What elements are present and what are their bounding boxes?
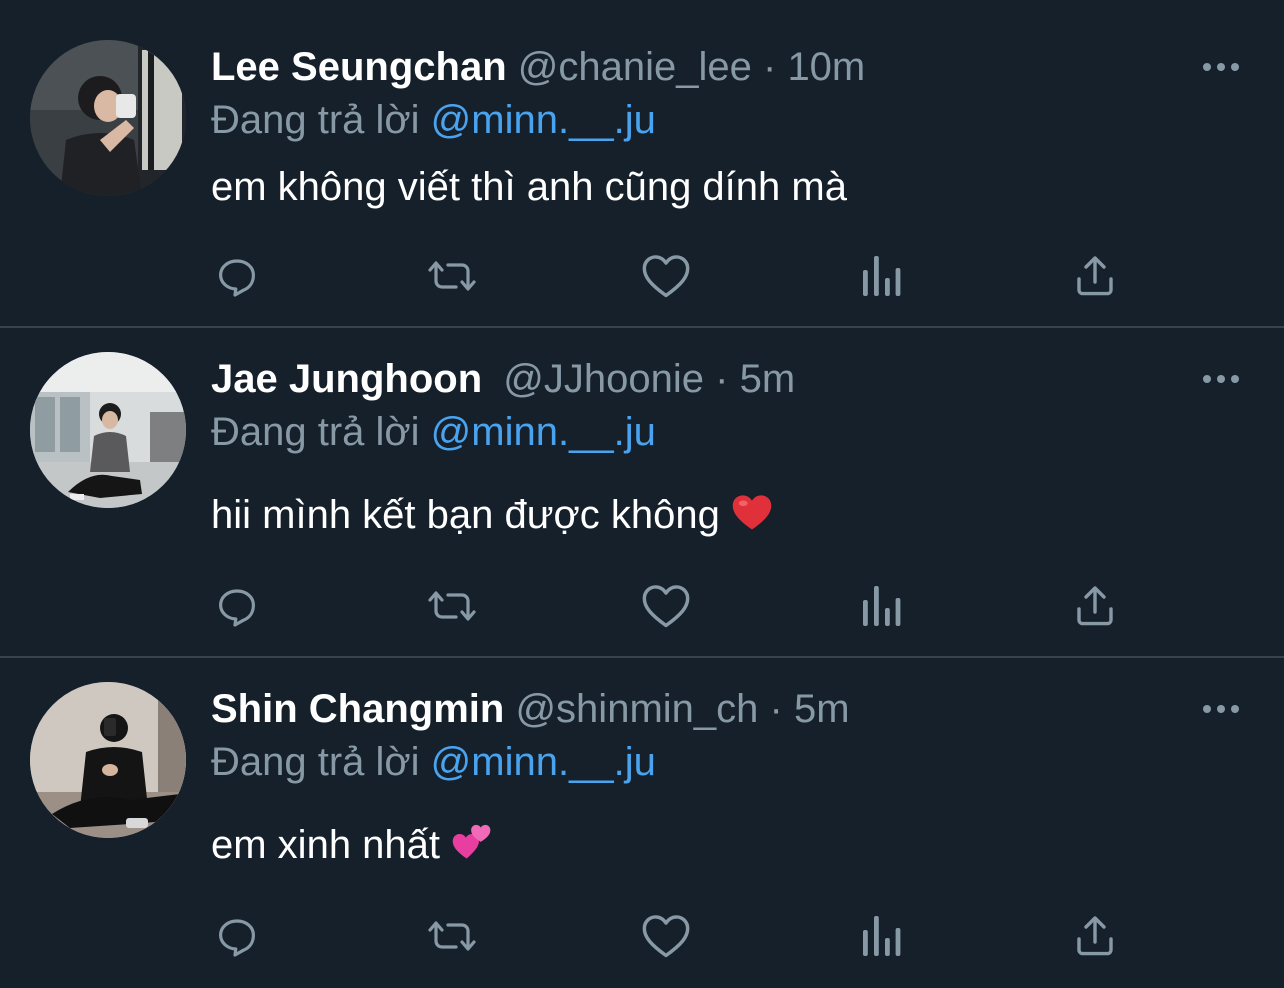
analytics-icon[interactable] [853, 578, 909, 634]
tweet-text: em xinh nhất [211, 820, 493, 874]
avatar-image [30, 40, 186, 196]
reply-mention-link[interactable]: @minn.__.ju [431, 410, 656, 454]
tweet-text-content: em không viết thì anh cũng dính mà [211, 165, 847, 209]
display-name[interactable]: Shin Changmin [211, 687, 504, 731]
tweet-text-content: em xinh nhất [211, 823, 441, 867]
reply-icon[interactable] [209, 248, 265, 304]
avatar-image [30, 352, 186, 508]
timestamp[interactable]: 5m [794, 687, 850, 731]
tweet[interactable]: Shin Changmin @shinmin_ch · 5m Đang trả … [0, 658, 1284, 988]
retweet-icon[interactable] [424, 908, 480, 964]
avatar[interactable] [30, 682, 186, 838]
replying-to: Đang trả lời @minn.__.ju [211, 738, 656, 786]
reply-prefix: Đang trả lời [211, 98, 420, 142]
avatar-image [30, 682, 186, 838]
share-icon[interactable] [1067, 908, 1123, 964]
tweet-header: Shin Changmin @shinmin_ch · 5m [211, 685, 850, 733]
share-icon[interactable] [1067, 578, 1123, 634]
timestamp[interactable]: 10m [787, 45, 865, 89]
like-icon[interactable] [638, 578, 694, 634]
like-icon[interactable] [638, 248, 694, 304]
tweet-text: em không viết thì anh cũng dính mà [211, 162, 847, 212]
tweet-text: hii mình kết bạn được không [211, 490, 773, 544]
separator-dot: · [715, 357, 729, 401]
reply-icon[interactable] [209, 908, 265, 964]
reply-icon[interactable] [209, 578, 265, 634]
tweet-actions [0, 908, 1284, 964]
tweet-text-content: hii mình kết bạn được không [211, 493, 720, 537]
display-name[interactable]: Jae Junghoon [211, 357, 482, 401]
reply-mention-link[interactable]: @minn.__.ju [431, 740, 656, 784]
avatar[interactable] [30, 352, 186, 508]
more-options-icon[interactable] [1196, 52, 1246, 82]
more-options-icon[interactable] [1196, 364, 1246, 394]
tweet-actions [0, 248, 1284, 304]
like-icon[interactable] [638, 908, 694, 964]
avatar[interactable] [30, 40, 186, 196]
user-handle[interactable]: @JJhoonie [503, 357, 704, 401]
separator-dot: · [769, 687, 783, 731]
tweet[interactable]: Lee Seungchan @chanie_lee · 10m Đang trả… [0, 0, 1284, 328]
analytics-icon[interactable] [853, 248, 909, 304]
share-icon[interactable] [1067, 248, 1123, 304]
reply-prefix: Đang trả lời [211, 410, 420, 454]
separator-dot: · [762, 45, 777, 89]
replying-to: Đang trả lời @minn.__.ju [211, 408, 656, 456]
tweet[interactable]: Jae Junghoon @JJhoonie · 5m Đang trả lời… [0, 328, 1284, 658]
more-options-icon[interactable] [1196, 694, 1246, 724]
tweet-header: Lee Seungchan @chanie_lee · 10m [211, 43, 865, 91]
reply-mention-link[interactable]: @minn.__.ju [431, 98, 656, 142]
red-heart-emoji [731, 492, 773, 544]
reply-prefix: Đang trả lời [211, 740, 420, 784]
tweet-actions [0, 578, 1284, 634]
replying-to: Đang trả lời @minn.__.ju [211, 96, 656, 144]
analytics-icon[interactable] [853, 908, 909, 964]
user-handle[interactable]: @shinmin_ch [515, 687, 758, 731]
user-handle[interactable]: @chanie_lee [518, 45, 752, 89]
retweet-icon[interactable] [424, 248, 480, 304]
retweet-icon[interactable] [424, 578, 480, 634]
two-hearts-emoji [451, 820, 493, 874]
tweet-header: Jae Junghoon @JJhoonie · 5m [211, 355, 795, 403]
timestamp[interactable]: 5m [740, 357, 796, 401]
display-name[interactable]: Lee Seungchan [211, 45, 507, 89]
